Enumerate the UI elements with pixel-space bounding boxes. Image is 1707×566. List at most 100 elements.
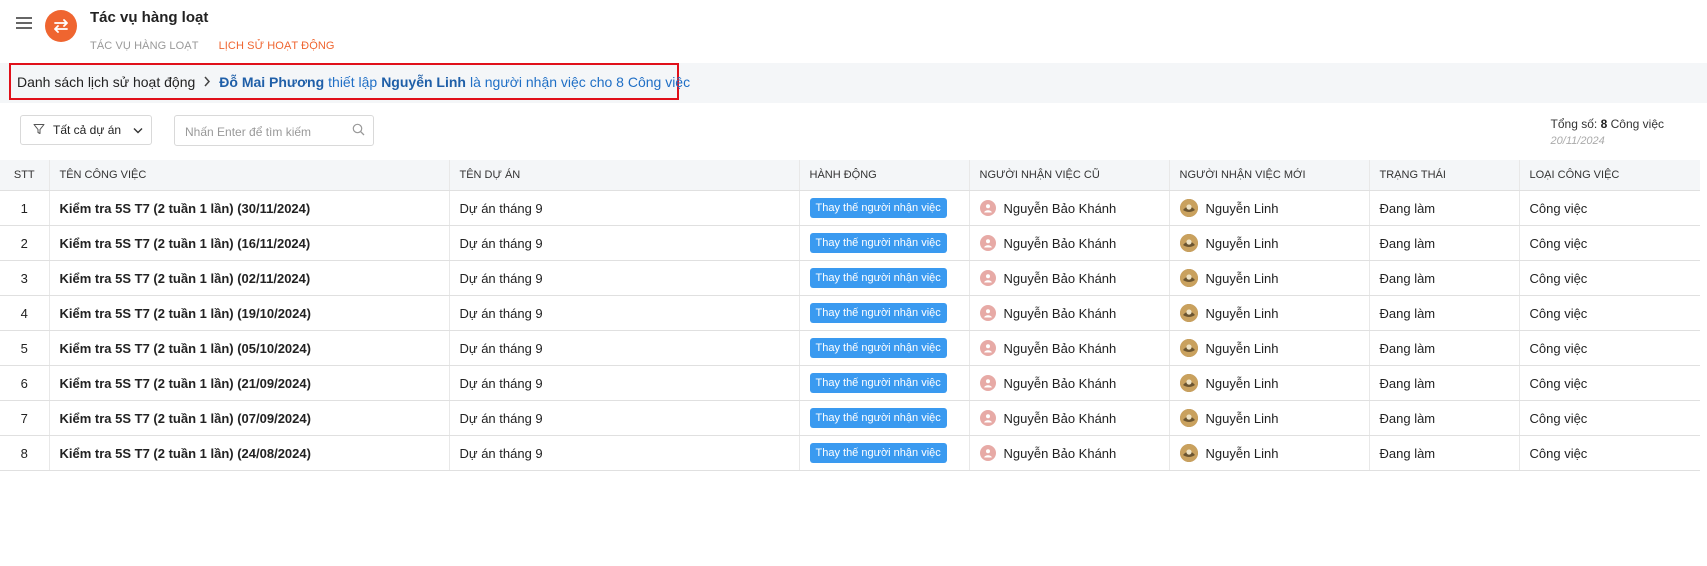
project-filter-label: Tất cả dự án [53, 123, 122, 137]
cell-task-name[interactable]: Kiểm tra 5S T7 (2 tuần 1 lần) (07/09/202… [49, 400, 450, 436]
table-body: 1 Kiểm tra 5S T7 (2 tuần 1 lần) (30/11/20… [0, 190, 1700, 471]
user-avatar-icon [979, 200, 996, 216]
tab-activity-history[interactable]: LỊCH SỬ HOẠT ĐỘNG [219, 40, 335, 52]
activity-table: STT TÊN CÔNG VIỆC TÊN DỰ ÁN HÀNH ĐỘNG NG… [0, 160, 1700, 471]
cell-task-name[interactable]: Kiểm tra 5S T7 (2 tuần 1 lần) (30/11/202… [49, 190, 450, 226]
cell-type: Công việc [1519, 295, 1700, 331]
new-assignee-name: Nguyễn Linh [1205, 410, 1279, 426]
cell-project-name: Dự án tháng 9 [449, 400, 800, 436]
summary: Tổng số: 8 Công việc 20/11/2024 [1551, 117, 1664, 147]
avatar [1179, 234, 1198, 252]
cell-task-name[interactable]: Kiểm tra 5S T7 (2 tuần 1 lần) (24/08/202… [49, 435, 450, 471]
cell-old-assignee: Nguyễn Bảo Khánh [969, 330, 1170, 366]
cell-stt: 7 [0, 400, 50, 436]
table-row[interactable]: 3 Kiểm tra 5S T7 (2 tuần 1 lần) (02/11/20… [0, 260, 1700, 296]
cell-old-assignee: Nguyễn Bảo Khánh [969, 295, 1170, 331]
hamburger-menu-icon[interactable] [16, 17, 32, 29]
user-avatar-icon [979, 410, 996, 426]
column-header-status: TRẠNG THÁI [1369, 160, 1520, 191]
old-assignee-name: Nguyễn Bảo Khánh [1003, 270, 1117, 286]
old-assignee-name: Nguyễn Bảo Khánh [1003, 375, 1117, 391]
cell-action: Thay thế người nhận việc [799, 400, 970, 436]
table-row[interactable]: 4 Kiểm tra 5S T7 (2 tuần 1 lần) (19/10/20… [0, 295, 1700, 331]
cell-stt: 3 [0, 260, 50, 296]
table-row[interactable]: 6 Kiểm tra 5S T7 (2 tuần 1 lần) (21/09/20… [0, 365, 1700, 401]
search-icon[interactable] [352, 123, 365, 141]
user-avatar-icon [979, 305, 996, 321]
action-badge: Thay thế người nhận việc [809, 268, 947, 288]
nav-tabs: TÁC VỤ HÀNG LOẠT LỊCH SỬ HOẠT ĐỘNG [90, 40, 335, 52]
cell-new-assignee: Nguyễn Linh [1169, 190, 1370, 226]
avatar [1179, 339, 1198, 357]
search-input[interactable] [175, 116, 347, 147]
cell-new-assignee: Nguyễn Linh [1169, 330, 1370, 366]
cell-project-name: Dự án tháng 9 [449, 225, 800, 261]
table-row[interactable]: 7 Kiểm tra 5S T7 (2 tuần 1 lần) (07/09/20… [0, 400, 1700, 436]
cell-type: Công việc [1519, 330, 1700, 366]
breadcrumb-suffix: là người nhận việc cho 8 Công việc [469, 73, 691, 90]
user-avatar-icon [979, 445, 996, 461]
cell-action: Thay thế người nhận việc [799, 225, 970, 261]
table-row[interactable]: 5 Kiểm tra 5S T7 (2 tuần 1 lần) (05/10/20… [0, 330, 1700, 366]
cell-project-name: Dự án tháng 9 [449, 435, 800, 471]
cell-action: Thay thế người nhận việc [799, 435, 970, 471]
table-row[interactable]: 1 Kiểm tra 5S T7 (2 tuần 1 lần) (30/11/20… [0, 190, 1700, 226]
new-assignee-name: Nguyễn Linh [1205, 305, 1279, 321]
new-assignee-name: Nguyễn Linh [1205, 445, 1279, 461]
tab-bulk-actions[interactable]: TÁC VỤ HÀNG LOẠT [90, 40, 199, 52]
cell-old-assignee: Nguyễn Bảo Khánh [969, 365, 1170, 401]
avatar [1179, 444, 1198, 462]
total-unit: Công việc [1610, 117, 1664, 131]
old-assignee-name: Nguyễn Bảo Khánh [1003, 340, 1117, 356]
cell-action: Thay thế người nhận việc [799, 330, 970, 366]
column-header-action: HÀNH ĐỘNG [799, 160, 970, 191]
breadcrumb-assignee: Nguyễn Linh [381, 73, 466, 90]
cell-task-name[interactable]: Kiểm tra 5S T7 (2 tuần 1 lần) (02/11/202… [49, 260, 450, 296]
search-box [174, 115, 374, 147]
cell-stt: 6 [0, 365, 50, 401]
new-assignee-name: Nguyễn Linh [1205, 340, 1279, 356]
column-header-task: TÊN CÔNG VIỆC [49, 160, 450, 191]
cell-status: Đang làm [1369, 190, 1520, 226]
cell-type: Công việc [1519, 190, 1700, 226]
action-badge: Thay thế người nhận việc [809, 443, 947, 463]
avatar [1179, 304, 1198, 322]
cell-type: Công việc [1519, 225, 1700, 261]
cell-task-name[interactable]: Kiểm tra 5S T7 (2 tuần 1 lần) (16/11/202… [49, 225, 450, 261]
project-filter-dropdown[interactable]: Tất cả dự án [20, 115, 152, 145]
cell-project-name: Dự án tháng 9 [449, 365, 800, 401]
cell-type: Công việc [1519, 435, 1700, 471]
old-assignee-name: Nguyễn Bảo Khánh [1003, 305, 1117, 321]
cell-old-assignee: Nguyễn Bảo Khánh [969, 260, 1170, 296]
cell-old-assignee: Nguyễn Bảo Khánh [969, 190, 1170, 226]
app-title: Tác vụ hàng loạt [90, 9, 209, 26]
cell-old-assignee: Nguyễn Bảo Khánh [969, 225, 1170, 261]
user-avatar-icon [979, 340, 996, 356]
action-badge: Thay thế người nhận việc [809, 373, 947, 393]
action-badge: Thay thế người nhận việc [809, 233, 947, 253]
chevron-down-icon [133, 123, 143, 137]
filter-icon [33, 123, 45, 138]
user-avatar-icon [979, 375, 996, 391]
action-badge: Thay thế người nhận việc [809, 198, 947, 218]
cell-task-name[interactable]: Kiểm tra 5S T7 (2 tuần 1 lần) (05/10/202… [49, 330, 450, 366]
cell-project-name: Dự án tháng 9 [449, 190, 800, 226]
cell-action: Thay thế người nhận việc [799, 295, 970, 331]
cell-type: Công việc [1519, 365, 1700, 401]
cell-status: Đang làm [1369, 260, 1520, 296]
cell-action: Thay thế người nhận việc [799, 260, 970, 296]
cell-task-name[interactable]: Kiểm tra 5S T7 (2 tuần 1 lần) (19/10/202… [49, 295, 450, 331]
cell-stt: 5 [0, 330, 50, 366]
table-row[interactable]: 2 Kiểm tra 5S T7 (2 tuần 1 lần) (16/11/20… [0, 225, 1700, 261]
cell-status: Đang làm [1369, 400, 1520, 436]
new-assignee-name: Nguyễn Linh [1205, 270, 1279, 286]
breadcrumb-root-link[interactable]: Danh sách lịch sử hoạt động [17, 74, 195, 90]
cell-project-name: Dự án tháng 9 [449, 260, 800, 296]
breadcrumb-action-text: thiết lập [328, 73, 378, 90]
cell-task-name[interactable]: Kiểm tra 5S T7 (2 tuần 1 lần) (21/09/202… [49, 365, 450, 401]
chevron-right-icon [203, 74, 211, 90]
table-row[interactable]: 8 Kiểm tra 5S T7 (2 tuần 1 lần) (24/08/20… [0, 435, 1700, 471]
total-label: Tổng số: [1550, 117, 1598, 131]
user-avatar-icon [979, 235, 996, 251]
old-assignee-name: Nguyễn Bảo Khánh [1003, 235, 1117, 251]
